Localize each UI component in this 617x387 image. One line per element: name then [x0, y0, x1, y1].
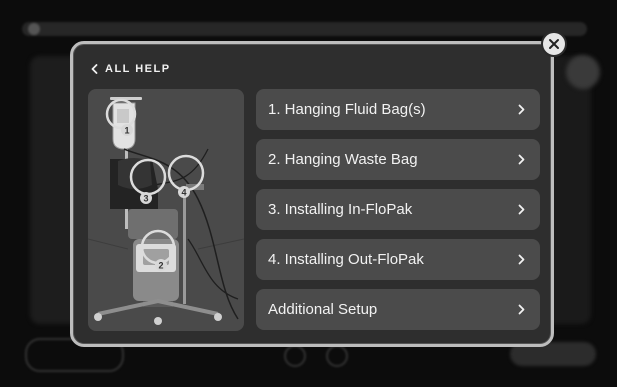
all-help-label: ALL HELP: [105, 63, 171, 75]
help-item-label: 2. Hanging Waste Bag: [268, 151, 418, 168]
device-illustration: 1 3 4 2: [88, 97, 244, 325]
help-topics-list: 1. Hanging Fluid Bag(s) 2. Hanging Waste…: [256, 89, 540, 339]
setup-illustration: 1 3 4 2: [88, 89, 244, 331]
callout-number-4: 4: [181, 188, 186, 198]
help-item-label: Additional Setup: [268, 301, 378, 318]
help-item-installing-out-flopak[interactable]: 4. Installing Out-FloPak: [256, 239, 540, 280]
chevron-right-icon: [516, 103, 526, 117]
help-item-label: 3. Installing In-FloPak: [268, 201, 413, 218]
callout-number-1: 1: [124, 126, 129, 136]
chevron-right-icon: [516, 153, 526, 167]
close-button[interactable]: [541, 31, 567, 57]
background-small-control: [326, 345, 348, 367]
callout-number-3: 3: [143, 194, 148, 204]
background-small-control: [284, 345, 306, 367]
callout-number-2: 2: [158, 261, 163, 271]
help-item-label: 1. Hanging Fluid Bag(s): [268, 101, 426, 118]
background-logo: [28, 23, 40, 35]
chevron-right-icon: [516, 303, 526, 317]
callout-4: 4: [167, 154, 205, 198]
help-item-installing-in-flopak[interactable]: 3. Installing In-FloPak: [256, 189, 540, 230]
background-round-button: [566, 55, 600, 89]
help-item-hanging-waste-bag[interactable]: 2. Hanging Waste Bag: [256, 139, 540, 180]
help-item-additional-setup[interactable]: Additional Setup: [256, 289, 540, 330]
all-help-back-link[interactable]: ALL HELP: [91, 62, 171, 76]
chevron-right-icon: [516, 203, 526, 217]
background-header-bar: [22, 22, 587, 36]
help-item-label: 4. Installing Out-FloPak: [268, 251, 424, 268]
chevron-right-icon: [516, 253, 526, 267]
help-item-hanging-fluid-bags[interactable]: 1. Hanging Fluid Bag(s): [256, 89, 540, 130]
close-icon: [549, 39, 559, 49]
chevron-left-icon: [91, 64, 98, 74]
